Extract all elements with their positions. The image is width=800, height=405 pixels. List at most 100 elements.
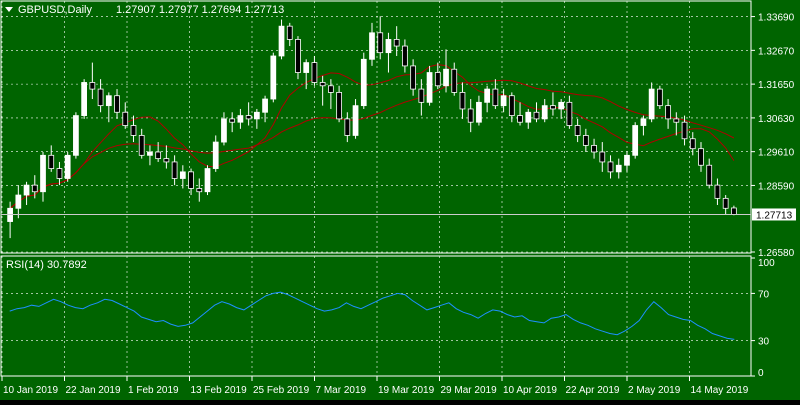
bear-candle-body [591,144,597,153]
bull-candle-body [81,82,88,116]
bear-candle-body [48,154,55,169]
bear-candle-body [89,82,96,90]
bull-candle-body [237,115,244,123]
bear-candle-body [377,32,384,54]
bear-candle-body [656,88,663,107]
date-tick-label: 1 Feb 2019 [128,385,179,396]
bull-candle-body [541,105,548,120]
bear-candle-body [706,164,713,186]
rsi-tick-label: 70 [758,289,770,300]
rsi-label: RSI(14) 30.7892 [6,259,87,271]
bear-candle-body [196,188,203,193]
date-tick-label: 22 Apr 2019 [566,385,620,396]
bull-candle-body [147,151,153,156]
chart-window[interactable]: GBPUSD,Daily 1.27907 1.27977 1.27694 1.2… [0,0,800,400]
bull-candle-body [443,68,449,87]
bear-candle-body [311,62,318,83]
bull-candle-body [303,62,310,73]
symbol-label: GBPUSD,Daily [18,4,92,16]
bull-candle-body [615,164,622,173]
price-tick-label: 1.31650 [758,80,795,91]
bull-candle-body [270,55,277,100]
bear-candle-body [434,72,441,87]
bull-candle-body [385,39,392,54]
bull-candle-body [40,154,46,193]
bull-candle-body [476,101,482,123]
date-tick-label: 10 Jan 2019 [3,385,58,396]
candle[interactable] [295,36,301,80]
bear-candle-body [97,88,104,107]
bear-candle-body [714,184,721,199]
bear-candle-body [410,65,416,90]
date-tick-label: 19 Mar 2019 [378,385,435,396]
bull-candle-body [640,118,647,126]
bear-candle-body [114,95,120,113]
bull-candle-body [352,105,359,136]
bear-candle-body [566,101,573,126]
candle[interactable] [64,152,71,182]
date-tick-label: 22 Jan 2019 [66,385,121,396]
bull-candle-body [500,95,507,107]
bear-candle-body [673,118,680,123]
bull-candle-body [648,88,655,120]
bear-candle-body [517,115,523,123]
bull-candle-body [179,171,186,179]
rsi-tick-label: 30 [758,337,770,348]
chart-canvas[interactable]: GBPUSD,Daily 1.27907 1.27977 1.27694 1.2… [0,0,800,400]
bear-candle-body [188,171,194,189]
candle[interactable] [360,52,367,109]
candle[interactable] [270,52,277,103]
price-tick-label: 1.28590 [758,181,795,192]
bear-candle-body [31,184,38,193]
bear-candle-body [171,161,178,179]
bear-candle-body [344,118,351,136]
bear-candle-body [418,88,425,103]
bull-candle-body [64,154,71,179]
bear-candle-body [492,88,499,107]
date-tick-label: 7 Mar 2019 [316,385,367,396]
rsi-tick-label: 100 [758,258,775,269]
date-tick-label: 14 May 2019 [691,385,749,396]
bear-candle-body [698,148,704,166]
bear-candle-body [393,39,400,47]
bear-candle-body [130,125,137,136]
bull-candle-body [426,72,433,103]
bear-candle-body [56,168,63,179]
bull-candle-body [525,111,532,123]
bull-candle-body [253,111,260,120]
bull-candle-body [360,58,367,107]
bull-candle-body [632,125,639,156]
ohlc-label: 1.27907 1.27977 1.27694 1.27713 [116,4,284,16]
bear-candle-body [295,39,301,73]
bull-candle-body [23,184,30,196]
bear-candle-body [328,85,334,93]
candle[interactable] [81,79,88,119]
bear-candle-body [533,111,540,120]
bull-candle-body [73,115,79,156]
bear-candle-body [607,161,614,173]
bear-candle-body [138,135,145,156]
bear-candle-body [245,115,252,120]
bear-candle-body [459,92,466,110]
date-tick-label: 13 Feb 2019 [191,385,248,396]
bear-candle-body [574,125,581,136]
candle[interactable] [73,112,79,159]
candle[interactable] [632,122,639,159]
date-tick-label: 2 May 2019 [628,385,681,396]
bear-candle-body [722,197,729,209]
bear-candle-body [155,151,162,160]
bull-candle-body [369,32,375,60]
price-tick-label: 1.30630 [758,114,795,125]
bull-candle-body [204,168,211,193]
bull-candle-body [212,141,219,169]
bull-candle-body [221,118,227,143]
price-tick-label: 1.32670 [758,46,795,57]
candle[interactable] [204,165,211,196]
candle[interactable] [656,85,663,109]
bull-candle-body [484,88,491,103]
date-tick-label: 10 Apr 2019 [503,385,557,396]
price-tick-label: 1.33690 [758,13,795,24]
bear-candle-body [689,138,696,150]
date-tick-label: 29 Mar 2019 [441,385,498,396]
bear-candle-body [402,45,408,67]
